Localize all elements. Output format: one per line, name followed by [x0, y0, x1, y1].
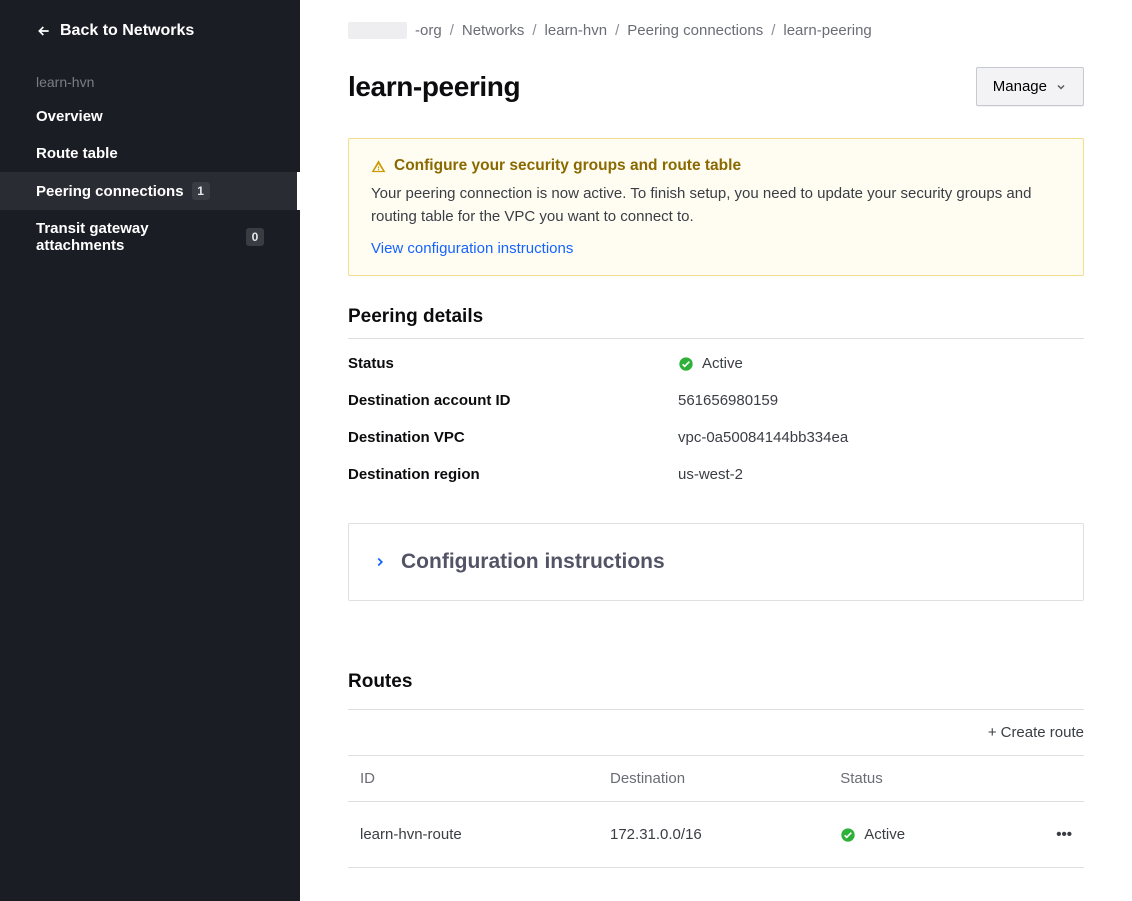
config-instructions-panel[interactable]: Configuration instructions	[348, 523, 1084, 601]
detail-row: StatusActive	[348, 345, 1084, 382]
row-actions-button[interactable]: •••	[1005, 802, 1084, 868]
config-instructions-title: Configuration instructions	[401, 550, 665, 574]
detail-value: vpc-0a50084144bb334ea	[678, 429, 848, 446]
check-circle-icon	[678, 356, 694, 372]
back-to-networks-link[interactable]: Back to Networks	[0, 0, 300, 62]
sidebar-context-name: learn-hvn	[0, 62, 300, 98]
chevron-down-icon	[1055, 81, 1067, 93]
detail-row: Destination VPCvpc-0a50084144bb334ea	[348, 419, 1084, 456]
sidebar-item-label: Peering connections	[36, 183, 184, 200]
routes-toolbar: + Create route	[348, 709, 1084, 755]
detail-label: Destination region	[348, 466, 678, 483]
back-label: Back to Networks	[60, 22, 194, 40]
col-id: ID	[348, 756, 598, 802]
route-status: Active	[828, 802, 1005, 868]
crumb-hvn[interactable]: learn-hvn	[545, 22, 608, 39]
detail-label: Destination account ID	[348, 392, 678, 409]
alert-title: Configure your security groups and route…	[394, 157, 741, 175]
manage-button[interactable]: Manage	[976, 67, 1084, 106]
alert-link[interactable]: View configuration instructions	[371, 240, 573, 257]
peering-details-list: StatusActiveDestination account ID561656…	[348, 345, 1084, 493]
alert-heading: Configure your security groups and route…	[371, 157, 1061, 175]
sidebar: Back to Networks learn-hvn Overview Route…	[0, 0, 300, 901]
arrow-left-icon	[36, 23, 52, 39]
crumb-sep: /	[450, 22, 454, 39]
detail-row: Destination account ID561656980159	[348, 382, 1084, 419]
crumb-org-suffix[interactable]: -org	[415, 22, 442, 39]
routes-section: Routes + Create route ID Destination Sta…	[348, 671, 1084, 868]
crumb-peering[interactable]: Peering connections	[627, 22, 763, 39]
warning-icon	[371, 159, 386, 174]
table-row: learn-hvn-route172.31.0.0/16Active•••	[348, 802, 1084, 868]
page-header: learn-peering Manage	[348, 67, 1084, 106]
crumb-sep: /	[532, 22, 536, 39]
sidebar-item-label: Transit gateway attachments	[36, 220, 238, 254]
create-route-button[interactable]: + Create route	[988, 724, 1084, 741]
crumb-networks[interactable]: Networks	[462, 22, 525, 39]
route-destination: 172.31.0.0/16	[598, 802, 828, 868]
col-actions	[1005, 756, 1084, 802]
manage-label: Manage	[993, 78, 1047, 95]
sidebar-item-transit-gateway-attachments[interactable]: Transit gateway attachments 0	[0, 210, 300, 264]
chevron-right-icon	[373, 555, 387, 569]
sidebar-item-label: Overview	[36, 108, 103, 125]
sidebar-item-peering-connections[interactable]: Peering connections 1	[0, 172, 300, 210]
detail-row: Destination regionus-west-2	[348, 456, 1084, 493]
col-status: Status	[828, 756, 1005, 802]
detail-value: us-west-2	[678, 466, 743, 483]
route-id: learn-hvn-route	[348, 802, 598, 868]
check-circle-icon	[840, 827, 856, 843]
routes-title: Routes	[348, 671, 1084, 703]
detail-label: Destination VPC	[348, 429, 678, 446]
sidebar-item-route-table[interactable]: Route table	[0, 135, 300, 172]
peering-details-title: Peering details	[348, 306, 1084, 339]
create-route-label: Create route	[1001, 724, 1084, 741]
breadcrumb: xx -org / Networks / learn-hvn / Peering…	[348, 22, 1084, 39]
alert-body: Your peering connection is now active. T…	[371, 183, 1061, 228]
count-badge: 0	[246, 228, 264, 246]
sidebar-item-overview[interactable]: Overview	[0, 98, 300, 135]
detail-label: Status	[348, 355, 678, 372]
routes-table: ID Destination Status learn-hvn-route172…	[348, 755, 1084, 868]
detail-value: 561656980159	[678, 392, 778, 409]
page-title: learn-peering	[348, 71, 520, 103]
sidebar-item-label: Route table	[36, 145, 118, 162]
crumb-sep: /	[615, 22, 619, 39]
count-badge: 1	[192, 182, 210, 200]
main-content: xx -org / Networks / learn-hvn / Peering…	[300, 0, 1132, 901]
detail-value: Active	[678, 355, 743, 372]
crumb-org[interactable]: xx	[348, 22, 407, 39]
col-destination: Destination	[598, 756, 828, 802]
crumb-current[interactable]: learn-peering	[783, 22, 871, 39]
crumb-sep: /	[771, 22, 775, 39]
plus-icon: +	[988, 724, 997, 741]
alert-banner: Configure your security groups and route…	[348, 138, 1084, 276]
sidebar-nav: Overview Route table Peering connections 1 T…	[0, 98, 300, 264]
